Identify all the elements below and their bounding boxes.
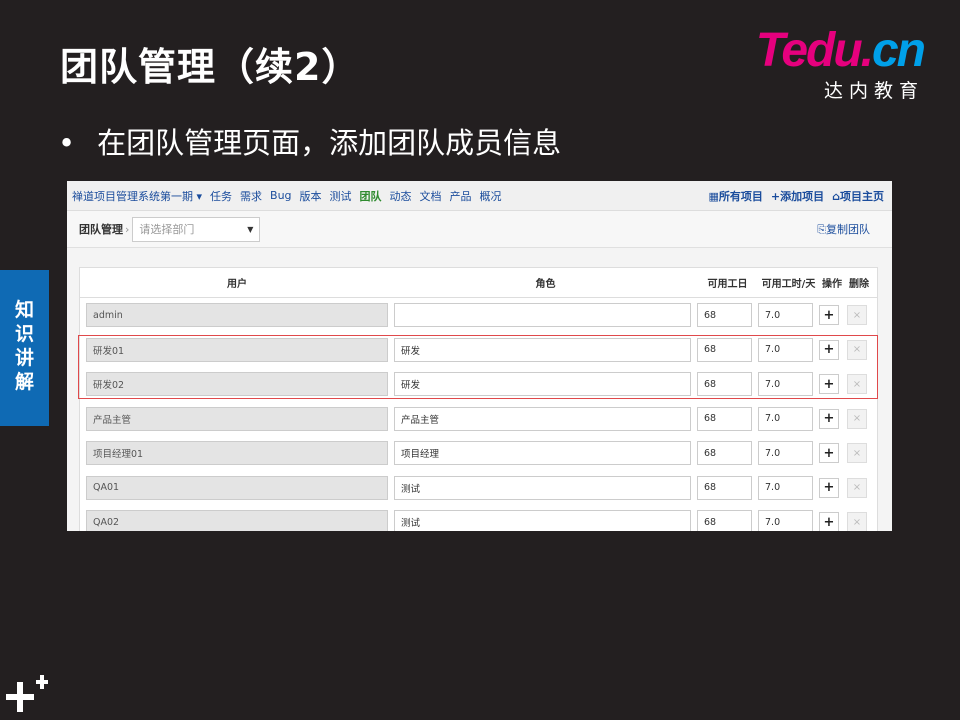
days-field[interactable]: 68	[697, 303, 752, 328]
hours-field[interactable]: 7.0	[758, 510, 813, 531]
col-days: 可用工日	[707, 279, 748, 290]
table-row: 项目经理01 项目经理 68 7.0 + ×	[80, 436, 877, 471]
nav-team[interactable]: 团队	[360, 188, 382, 204]
all-projects-link[interactable]: ▦所有项目	[709, 188, 763, 204]
hours-field[interactable]: 7.0	[758, 441, 813, 466]
add-row-button[interactable]: +	[819, 512, 839, 531]
nav-bug[interactable]: Bug	[270, 189, 292, 202]
role-field[interactable]	[394, 303, 691, 328]
plus-icon: +	[770, 189, 781, 203]
days-field[interactable]: 68	[697, 510, 752, 531]
nav-story[interactable]: 需求	[240, 188, 262, 204]
add-project-link[interactable]: +添加项目	[771, 188, 824, 204]
sub-toolbar: 团队管理 › 请选择部门 ▼ ⎘复制团队	[67, 211, 892, 248]
add-row-button[interactable]: +	[819, 305, 839, 326]
copy-icon: ⎘	[817, 223, 826, 236]
user-field[interactable]: 研发01	[86, 337, 388, 362]
nav-build[interactable]: 版本	[300, 188, 322, 204]
team-table: 用户 角色 可用工日 可用工时/天 操作 删除 admin 68 7.0 + × 研发01…	[79, 267, 878, 531]
table-row: QA02 测试 68 7.0 + ×	[80, 505, 877, 531]
zentao-screenshot: 禅道项目管理系统第一期 ▾ 任务 需求 Bug 版本 测试 团队 动态 文档 产…	[67, 181, 892, 531]
delete-row-button[interactable]: ×	[847, 374, 867, 395]
user-field[interactable]: 研发02	[86, 372, 388, 397]
delete-row-button[interactable]: ×	[847, 443, 867, 464]
table-row: QA01 测试 68 7.0 + ×	[80, 471, 877, 506]
user-field[interactable]: admin	[86, 303, 388, 328]
slide-title: 团队管理（续2）	[60, 45, 361, 89]
copy-team-button[interactable]: ⎘复制团队	[817, 221, 870, 237]
add-row-button[interactable]: +	[819, 339, 839, 360]
nav-project-select[interactable]: 禅道项目管理系统第一期 ▾	[72, 188, 202, 204]
delete-row-button[interactable]: ×	[847, 305, 867, 326]
col-hours: 可用工时/天	[761, 279, 816, 290]
role-field[interactable]: 测试	[394, 475, 691, 500]
top-nav: 禅道项目管理系统第一期 ▾ 任务 需求 Bug 版本 测试 团队 动态 文档 产…	[67, 181, 892, 211]
delete-row-button[interactable]: ×	[847, 512, 867, 531]
hours-field[interactable]: 7.0	[758, 406, 813, 431]
user-field[interactable]: QA01	[86, 475, 388, 500]
side-tab-knowledge: 知 识 讲 解	[0, 270, 49, 426]
delete-row-button[interactable]: ×	[847, 477, 867, 498]
department-select[interactable]: 请选择部门 ▼	[132, 216, 261, 242]
days-field[interactable]: 68	[697, 406, 752, 431]
nav-task[interactable]: 任务	[210, 188, 232, 204]
add-row-button[interactable]: +	[819, 408, 839, 429]
user-field[interactable]: 项目经理01	[86, 441, 388, 466]
add-row-button[interactable]: +	[819, 443, 839, 464]
bullet-dot-icon: •	[58, 126, 76, 160]
hours-field[interactable]: 7.0	[758, 337, 813, 362]
role-field[interactable]: 产品主管	[394, 406, 691, 431]
plus-decoration-icon	[6, 675, 48, 712]
nav-dynamic[interactable]: 动态	[390, 188, 412, 204]
days-field[interactable]: 68	[697, 337, 752, 362]
role-field[interactable]: 研发	[394, 337, 691, 362]
nav-product[interactable]: 产品	[450, 188, 472, 204]
add-row-button[interactable]: +	[819, 477, 839, 498]
table-row: admin 68 7.0 + ×	[80, 298, 877, 333]
table-row: 研发02 研发 68 7.0 + ×	[80, 367, 877, 402]
home-icon: ⌂	[832, 189, 840, 203]
grid-icon: ▦	[708, 189, 719, 203]
col-del: 删除	[849, 279, 869, 290]
add-row-button[interactable]: +	[819, 374, 839, 395]
nav-test[interactable]: 测试	[330, 188, 352, 204]
nav-doc[interactable]: 文档	[420, 188, 442, 204]
project-home-link[interactable]: ⌂项目主页	[832, 188, 884, 204]
table-row: 研发01 研发 68 7.0 + ×	[80, 333, 877, 368]
breadcrumb-team-manage: 团队管理	[79, 223, 123, 236]
chevron-down-icon: ▼	[247, 224, 254, 234]
hours-field[interactable]: 7.0	[758, 303, 813, 328]
chevron-right-icon: ›	[125, 222, 130, 236]
logo-subtitle: 达内教育	[823, 80, 924, 102]
table-header: 用户 角色 可用工日 可用工时/天 操作 删除	[80, 268, 877, 298]
hours-field[interactable]: 7.0	[758, 372, 813, 397]
bullet-text: 在团队管理页面，添加团队成员信息	[97, 126, 562, 160]
col-user: 用户	[227, 279, 247, 290]
delete-row-button[interactable]: ×	[847, 339, 867, 360]
days-field[interactable]: 68	[697, 441, 752, 466]
table-row: 产品主管 产品主管 68 7.0 + ×	[80, 402, 877, 437]
tedu-logo: Tedu.cn 达内教育	[755, 24, 926, 103]
role-field[interactable]: 测试	[394, 510, 691, 531]
delete-row-button[interactable]: ×	[847, 408, 867, 429]
days-field[interactable]: 68	[697, 475, 752, 500]
user-field[interactable]: QA02	[86, 510, 388, 531]
col-role: 角色	[535, 279, 556, 290]
col-op: 操作	[822, 279, 842, 290]
role-field[interactable]: 研发	[394, 372, 691, 397]
role-field[interactable]: 项目经理	[394, 441, 691, 466]
days-field[interactable]: 68	[697, 372, 752, 397]
nav-overview[interactable]: 概况	[480, 188, 502, 204]
user-field[interactable]: 产品主管	[86, 406, 388, 431]
bullet-point: • 在团队管理页面，添加团队成员信息	[58, 120, 561, 162]
hours-field[interactable]: 7.0	[758, 475, 813, 500]
